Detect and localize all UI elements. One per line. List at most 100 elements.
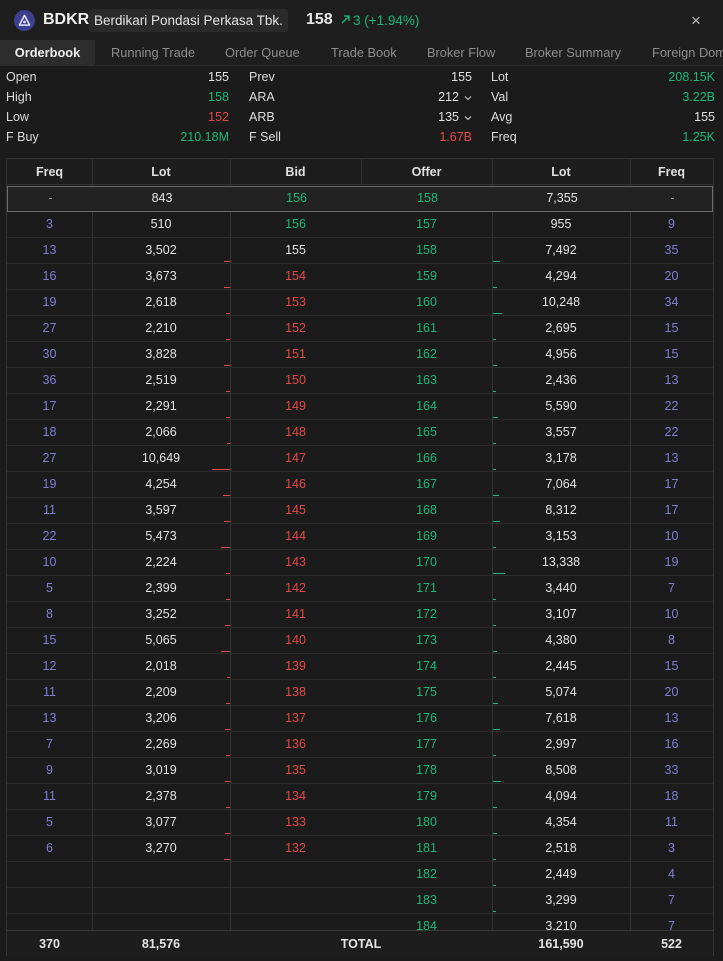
tab-broker-summary[interactable]: Broker Summary [525,40,621,65]
tab-orderbook[interactable]: Orderbook [0,40,95,65]
table-row[interactable]: 11 3,597 145 168 8,312 17 [7,498,713,524]
offer-price-cell[interactable]: 158 [362,186,493,211]
offer-price-cell[interactable]: 160 [361,290,492,315]
bid-price-cell[interactable]: 143 [230,550,361,575]
table-row[interactable]: 27 10,649 147 166 3,178 13 [7,446,713,472]
offer-price-cell[interactable]: 172 [361,602,492,627]
offer-price-cell[interactable]: 184 [361,914,492,930]
bid-price-cell[interactable]: 156 [231,186,362,211]
offer-price-cell[interactable]: 169 [361,524,492,549]
table-row[interactable]: 11 2,378 134 179 4,094 18 [7,784,713,810]
table-row[interactable]: 8 3,252 141 172 3,107 10 [7,602,713,628]
bid-price-cell[interactable]: 144 [230,524,361,549]
offer-price-cell[interactable]: 178 [361,758,492,783]
bid-price-cell[interactable]: 140 [230,628,361,653]
summary-value-arb[interactable]: 135 [438,110,472,124]
table-row[interactable]: 11 2,209 138 175 5,074 20 [7,680,713,706]
bid-price-cell[interactable]: 132 [230,836,361,861]
offer-price-cell[interactable]: 176 [361,706,492,731]
offer-price-cell[interactable]: 167 [361,472,492,497]
bid-price-cell[interactable]: 148 [230,420,361,445]
table-row[interactable]: 30 3,828 151 162 4,956 15 [7,342,713,368]
offer-price-cell[interactable]: 163 [361,368,492,393]
offer-price-cell[interactable]: 181 [361,836,492,861]
offer-price-cell[interactable]: 171 [361,576,492,601]
table-row[interactable]: 182 2,449 4 [7,862,713,888]
bid-price-cell[interactable]: 154 [230,264,361,289]
bid-price-cell[interactable]: 146 [230,472,361,497]
offer-price-cell[interactable]: 166 [361,446,492,471]
offer-price-cell[interactable]: 174 [361,654,492,679]
bid-price-cell[interactable]: 133 [230,810,361,835]
tab-order-queue[interactable]: Order Queue [225,40,300,65]
offer-price-cell[interactable]: 158 [361,238,492,263]
table-row[interactable]: 17 2,291 149 164 5,590 22 [7,394,713,420]
offer-price-cell[interactable]: 162 [361,342,492,367]
bid-price-cell[interactable] [230,914,361,930]
table-row[interactable]: 13 3,502 155 158 7,492 35 [7,238,713,264]
chevron-down-icon[interactable] [464,114,472,122]
bid-price-cell[interactable] [230,888,361,913]
offer-price-cell[interactable]: 179 [361,784,492,809]
table-row[interactable]: 15 5,065 140 173 4,380 8 [7,628,713,654]
table-row[interactable]: 19 2,618 153 160 10,248 34 [7,290,713,316]
tab-running-trade[interactable]: Running Trade [111,40,195,65]
offer-price-cell[interactable]: 177 [361,732,492,757]
bid-price-cell[interactable]: 149 [230,394,361,419]
bid-price-cell[interactable] [230,862,361,887]
offer-price-cell[interactable]: 173 [361,628,492,653]
best-price-row[interactable]: - 843 156 158 7,355 - [7,186,713,212]
table-row[interactable]: 13 3,206 137 176 7,618 13 [7,706,713,732]
tab-foreign-domestic[interactable]: Foreign Dom [652,40,723,65]
bid-price-cell[interactable]: 150 [230,368,361,393]
table-row[interactable]: 16 3,673 154 159 4,294 20 [7,264,713,290]
table-row[interactable]: 5 2,399 142 171 3,440 7 [7,576,713,602]
bid-price-cell[interactable]: 138 [230,680,361,705]
bid-price-cell[interactable]: 134 [230,784,361,809]
offer-price-cell[interactable]: 159 [361,264,492,289]
bid-price-cell[interactable]: 156 [230,212,361,237]
table-row[interactable]: 10 2,224 143 170 13,338 19 [7,550,713,576]
bid-price-cell[interactable]: 153 [230,290,361,315]
close-icon[interactable]: × [691,11,701,31]
bid-price-cell[interactable]: 136 [230,732,361,757]
offer-price-cell[interactable]: 170 [361,550,492,575]
offer-price-cell[interactable]: 175 [361,680,492,705]
table-row[interactable]: 6 3,270 132 181 2,518 3 [7,836,713,862]
tab-trade-book[interactable]: Trade Book [331,40,397,65]
orderbook-rows[interactable]: -843 156 158 7,355-3 510 156 157 955 9 13 3,502 155… [7,186,713,930]
bid-price-cell[interactable]: 155 [230,238,361,263]
bid-price-cell[interactable]: 151 [230,342,361,367]
table-row[interactable]: 3 510 156 157 955 9 [7,212,713,238]
table-row[interactable]: 7 2,269 136 177 2,997 16 [7,732,713,758]
bid-price-cell[interactable]: 142 [230,576,361,601]
table-scrollbar[interactable] [716,158,720,956]
table-row[interactable]: 9 3,019 135 178 8,508 33 [7,758,713,784]
table-row[interactable]: 18 2,066 148 165 3,557 22 [7,420,713,446]
offer-price-cell[interactable]: 161 [361,316,492,341]
offer-price-cell[interactable]: 182 [361,862,492,887]
table-row[interactable]: 36 2,519 150 163 2,436 13 [7,368,713,394]
bid-price-cell[interactable]: 139 [230,654,361,679]
offer-price-cell[interactable]: 168 [361,498,492,523]
table-row[interactable]: 184 3,210 7 [7,914,713,930]
table-row[interactable]: 183 3,299 7 [7,888,713,914]
bid-price-cell[interactable]: 135 [230,758,361,783]
bid-price-cell[interactable]: 137 [230,706,361,731]
table-row[interactable]: 27 2,210 152 161 2,695 15 [7,316,713,342]
table-row[interactable]: 5 3,077 133 180 4,354 11 [7,810,713,836]
offer-price-cell[interactable]: 157 [361,212,492,237]
summary-value-ara[interactable]: 212 [438,90,472,104]
offer-price-cell[interactable]: 165 [361,420,492,445]
bid-price-cell[interactable]: 152 [230,316,361,341]
bid-price-cell[interactable]: 147 [230,446,361,471]
offer-price-cell[interactable]: 180 [361,810,492,835]
bid-price-cell[interactable]: 141 [230,602,361,627]
chevron-down-icon[interactable] [464,94,472,102]
bid-price-cell[interactable]: 145 [230,498,361,523]
offer-price-cell[interactable]: 164 [361,394,492,419]
tab-broker-flow[interactable]: Broker Flow [427,40,495,65]
offer-price-cell[interactable]: 183 [361,888,492,913]
table-row[interactable]: 19 4,254 146 167 7,064 17 [7,472,713,498]
table-row[interactable]: 22 5,473 144 169 3,153 10 [7,524,713,550]
